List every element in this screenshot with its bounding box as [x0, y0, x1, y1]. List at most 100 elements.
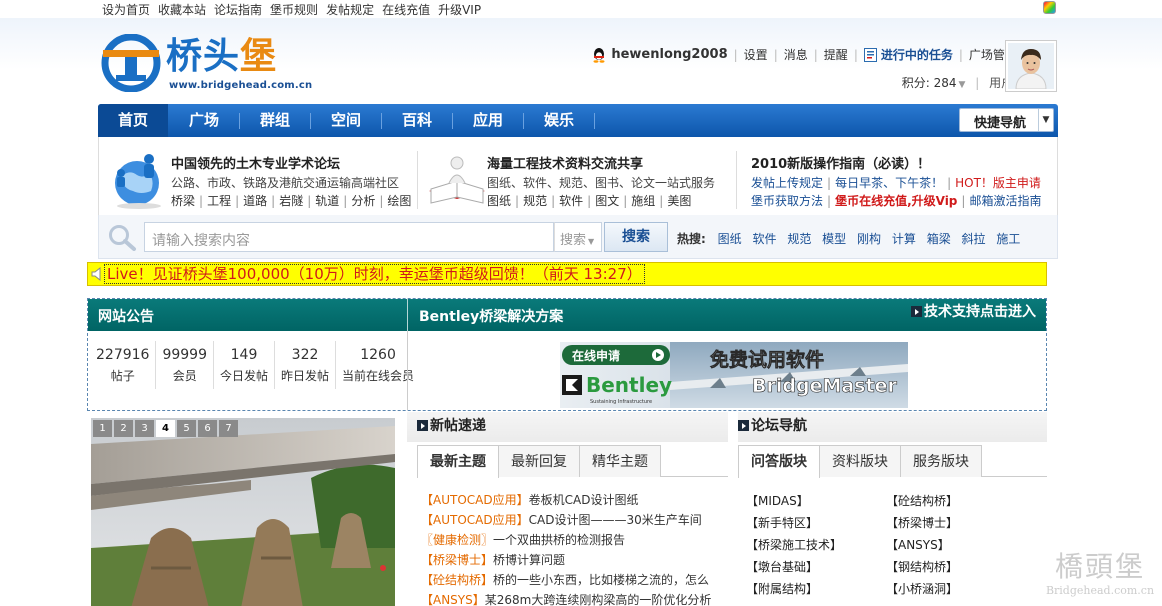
- slider-tabs: 1 2 3 4 5 6 7: [93, 420, 238, 437]
- upgrade-vip-link[interactable]: 升级VIP: [438, 1, 481, 18]
- tag-bridge[interactable]: 桥梁: [171, 194, 195, 208]
- forum-stats: 227916 帖子 99999 会员 149 今日发帖 322 昨日发帖 1260 当前在…: [90, 341, 420, 391]
- style-switch-icon[interactable]: [1043, 1, 1056, 14]
- coin-guide-link[interactable]: 堡币获取方法: [751, 194, 823, 208]
- list-item[interactable]: 【AUTOCAD应用】CAD设计图———30米生产车间: [421, 510, 721, 530]
- hot-search-item[interactable]: 斜拉: [962, 232, 986, 246]
- nav-entertainment[interactable]: 娱乐: [524, 104, 594, 137]
- guide-title[interactable]: 2010新版操作指南（必读）！: [751, 153, 930, 172]
- board-link[interactable]: 【砼结构桥】: [886, 490, 1026, 512]
- search-input[interactable]: 请输入搜索内容: [144, 222, 554, 252]
- tab-latest-replies[interactable]: 最新回复: [498, 445, 580, 477]
- nav-wiki[interactable]: 百科: [382, 104, 452, 137]
- reminders-link[interactable]: 提醒: [824, 46, 848, 63]
- logo-emblem-icon: [101, 34, 161, 92]
- slide-tab[interactable]: 7: [219, 420, 238, 437]
- posting-rules-link[interactable]: 发帖规定: [326, 1, 374, 18]
- nav-apps[interactable]: 应用: [453, 104, 523, 137]
- board-link[interactable]: 【MIDAS】: [746, 490, 886, 512]
- settings-link[interactable]: 设置: [744, 46, 768, 63]
- top-bar: 设为首页 收藏本站 论坛指南 堡币规则 发帖规定 在线充值 升级VIP: [0, 0, 1162, 18]
- nav-square[interactable]: 广场: [169, 104, 239, 137]
- username-link[interactable]: hewenlong2008: [611, 47, 727, 62]
- coin-recharge-link[interactable]: 堡币在线充值,升级Vip: [835, 194, 957, 208]
- tag-engineering[interactable]: 工程: [207, 194, 231, 208]
- board-link[interactable]: 【桥梁博士】: [886, 512, 1026, 534]
- hot-search-item[interactable]: 施工: [996, 232, 1020, 246]
- email-activation-link[interactable]: 邮箱激活指南: [969, 194, 1041, 208]
- banner-tagline-text: Sustaining Infrastructure: [590, 399, 652, 405]
- tasks-link[interactable]: 进行中的任务: [863, 46, 953, 63]
- banner-brand-text: Bentley: [586, 373, 672, 397]
- hot-search-item[interactable]: 模型: [822, 232, 846, 246]
- board-link[interactable]: 【钢结构桥】: [886, 556, 1026, 578]
- avatar[interactable]: [1005, 40, 1057, 92]
- hot-search-item[interactable]: 软件: [752, 232, 776, 246]
- tag-analysis[interactable]: 分析: [351, 194, 375, 208]
- tag-drawings[interactable]: 图纸: [487, 194, 511, 208]
- hot-search-item[interactable]: 规范: [787, 232, 811, 246]
- tag-software[interactable]: 软件: [559, 194, 583, 208]
- board-link[interactable]: 【小桥涵洞】: [886, 578, 1026, 600]
- tag-road[interactable]: 道路: [243, 194, 267, 208]
- search-type-select[interactable]: 搜索 ▼: [554, 222, 602, 252]
- list-item[interactable]: 【ANSYS】某268m大跨连续刚构梁高的一阶优化分析: [421, 590, 721, 606]
- hot-search-item[interactable]: 图纸: [718, 232, 742, 246]
- board-link[interactable]: 【桥梁施工技术】: [746, 534, 886, 556]
- info-desc-forum: 公路、市政、铁路及港航交通运输高端社区: [171, 176, 400, 190]
- site-watermark: 橋頭堡 Bridgehead.com.cn: [1045, 550, 1155, 597]
- banner-product-text: BridgeMaster: [752, 375, 897, 397]
- tag-tunnel[interactable]: 岩隧: [279, 194, 303, 208]
- coin-rules-link[interactable]: 堡币规则: [270, 1, 318, 18]
- bookmark-link[interactable]: 收藏本站: [158, 1, 206, 18]
- tech-support-link[interactable]: 技术支持点击进入: [911, 301, 1036, 321]
- tag-drawing[interactable]: 绘图: [387, 194, 411, 208]
- tab-featured[interactable]: 精华主题: [579, 445, 661, 477]
- hot-search-item[interactable]: 箱梁: [927, 232, 951, 246]
- slide-tab[interactable]: 6: [198, 420, 217, 437]
- site-logo[interactable]: 桥头堡 www.bridgehead.com.cn: [99, 32, 312, 96]
- tag-construction[interactable]: 施组: [631, 194, 655, 208]
- board-link[interactable]: 【ANSYS】: [886, 534, 1026, 556]
- tag-rail[interactable]: 轨道: [315, 194, 339, 208]
- photo-slider[interactable]: 1 2 3 4 5 6 7: [91, 418, 395, 606]
- list-item[interactable]: 【砼结构桥】桥的一些小东西，比如楼梯之流的，怎么: [421, 570, 721, 590]
- board-link[interactable]: 【附属结构】: [746, 578, 886, 600]
- bentley-banner[interactable]: 在线申请 免费试用软件 BridgeMaster Bentley Sustain…: [560, 342, 908, 408]
- tab-latest-topics[interactable]: 最新主题: [417, 445, 499, 478]
- tab-resource-boards[interactable]: 资料版块: [819, 445, 901, 477]
- board-link[interactable]: 【新手特区】: [746, 512, 886, 534]
- nav-home[interactable]: 首页: [98, 104, 168, 137]
- nav-groups[interactable]: 群组: [240, 104, 310, 137]
- tab-qa-boards[interactable]: 问答版块: [738, 445, 820, 478]
- slide-tab-active[interactable]: 4: [156, 420, 175, 437]
- set-homepage-link[interactable]: 设为首页: [102, 1, 150, 18]
- task-list-icon: [863, 47, 877, 62]
- slide-tab[interactable]: 1: [93, 420, 112, 437]
- board-link[interactable]: 【墩台基础】: [746, 556, 886, 578]
- messages-link[interactable]: 消息: [784, 46, 808, 63]
- recharge-link[interactable]: 在线充值: [382, 1, 430, 18]
- slide-tab[interactable]: 2: [114, 420, 133, 437]
- moderator-apply-link[interactable]: HOT！版主申请: [955, 176, 1041, 190]
- hot-search-item[interactable]: 计算: [892, 232, 916, 246]
- slide-tab[interactable]: 5: [177, 420, 196, 437]
- forum-guide-link[interactable]: 论坛指南: [214, 1, 262, 18]
- daily-tea-link[interactable]: 每日早茶、下午茶！: [835, 176, 943, 190]
- credits-dropdown[interactable]: 积分: 284 ▼: [902, 76, 966, 90]
- tab-service-boards[interactable]: 服务版块: [900, 445, 982, 477]
- list-item[interactable]: 【AUTOCAD应用】卷板机CAD设计图纸: [421, 490, 721, 510]
- slide-tab[interactable]: 3: [135, 420, 154, 437]
- hot-search-item[interactable]: 刚构: [857, 232, 881, 246]
- avatar-image: [1008, 43, 1054, 90]
- list-item[interactable]: 【桥梁博士】桥博计算问题: [421, 550, 721, 570]
- search-button[interactable]: 搜索: [604, 222, 668, 252]
- nav-space[interactable]: 空间: [311, 104, 381, 137]
- notice-link[interactable]: Live！见证桥头堡100,000（10万）时刻，幸运堡币超级回馈！（前天 13…: [104, 264, 645, 284]
- tag-gallery[interactable]: 美图: [667, 194, 691, 208]
- upload-rules-link[interactable]: 发帖上传规定: [751, 176, 823, 190]
- quick-nav-dropdown[interactable]: 快捷导航 ▼: [959, 108, 1054, 132]
- tag-pictures[interactable]: 图文: [595, 194, 619, 208]
- tag-specs[interactable]: 规范: [523, 194, 547, 208]
- list-item[interactable]: 〖健康检测〗一个双曲拱桥的检测报告: [421, 530, 721, 550]
